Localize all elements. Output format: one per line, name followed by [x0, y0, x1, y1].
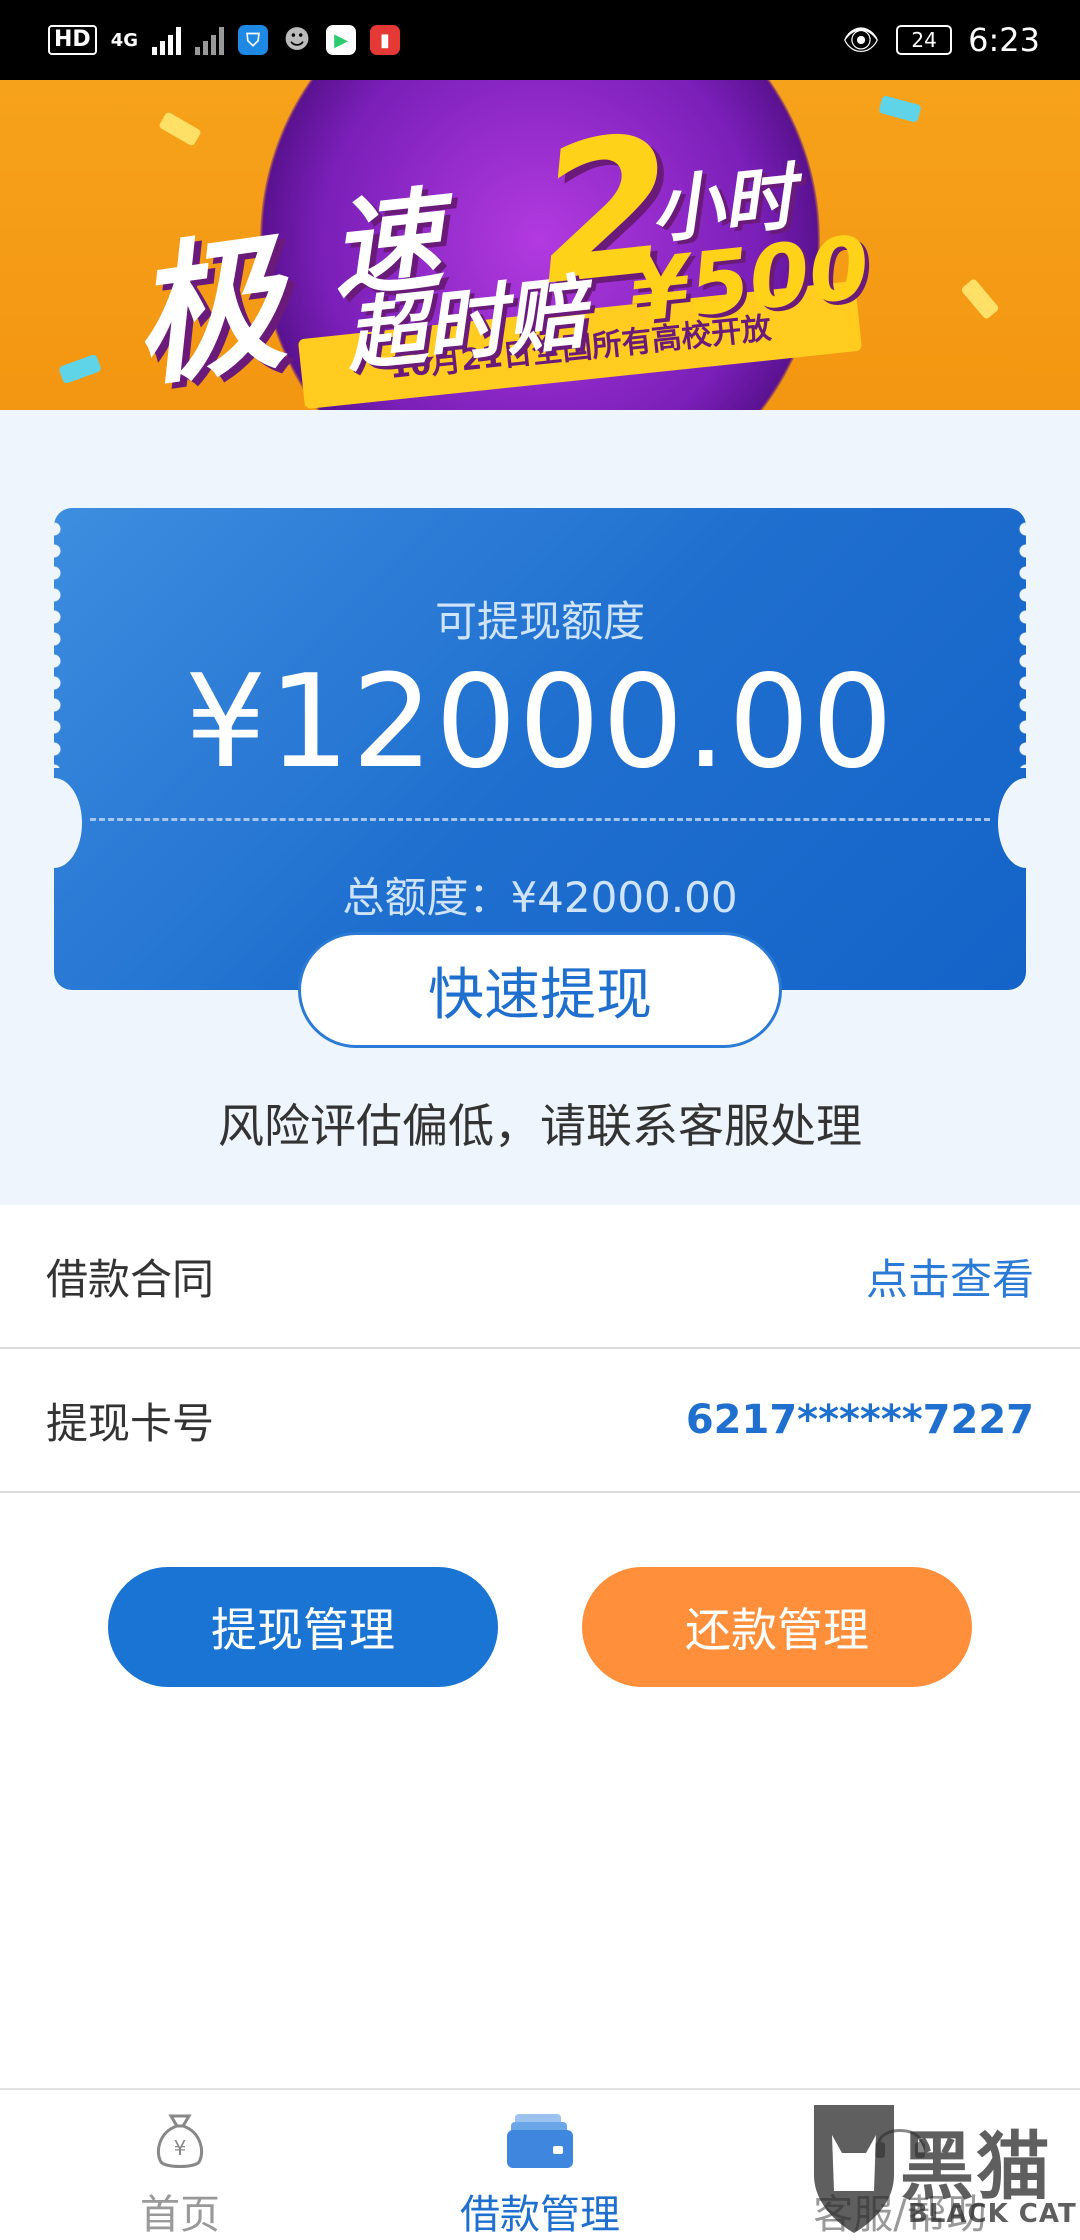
nav-home[interactable]: ¥ 首页 [0, 2090, 360, 2240]
risk-notice: 风险评估偏低，请联系客服处理 [218, 1099, 862, 1153]
qq-icon: ☻ [283, 25, 311, 55]
signal-2-icon [195, 25, 224, 55]
quota-card: 可提现额度 ¥12000.00 总额度：¥42000.00 [54, 508, 1026, 990]
loan-contract-row[interactable]: 借款合同 点击查看 [0, 1205, 1080, 1349]
confetti [58, 353, 102, 385]
clock: 6:23 [968, 21, 1040, 59]
hd-indicator: HD [48, 25, 97, 55]
repay-manage-button[interactable]: 还款管理 [582, 1567, 972, 1687]
book-app-icon: ▮ [370, 25, 400, 55]
withdraw-manage-button[interactable]: 提现管理 [108, 1567, 498, 1687]
ticket-divider [90, 818, 990, 821]
network-type: 4G [110, 29, 138, 51]
withdraw-card-label: 提现卡号 [46, 1398, 215, 1448]
battery-icon: 24 [896, 25, 953, 55]
watermark-text: 黑猫 [900, 2124, 1052, 2210]
confetti [158, 111, 202, 147]
withdraw-card-row: 提现卡号 6217******7227 [0, 1349, 1080, 1493]
view-contract-link[interactable]: 点击查看 [866, 1246, 1034, 1307]
loan-contract-label: 借款合同 [46, 1254, 215, 1304]
nav-loan-manage[interactable]: 借款管理 [360, 2090, 720, 2240]
status-left: HD 4G ⛉ ☻ ▶ ▮ [48, 25, 400, 55]
nav-loan-manage-label: 借款管理 [460, 2192, 620, 2238]
signal-icon [152, 25, 181, 55]
quick-withdraw-button[interactable]: 快速提现 [298, 932, 782, 1048]
available-quota-amount: ¥12000.00 [184, 648, 896, 797]
black-cat-watermark: 黑猫 BLACK CAT [808, 2095, 1078, 2240]
nav-home-label: 首页 [140, 2192, 220, 2238]
banner-title-1: 极 [120, 215, 294, 409]
available-quota-label: 可提现额度 [434, 597, 645, 646]
wallet-icon [505, 2106, 575, 2176]
video-app-icon: ▶ [326, 25, 356, 55]
shield-app-icon: ⛉ [238, 25, 268, 55]
quota-section: 可提现额度 ¥12000.00 总额度：¥42000.00 快速提现 风险评估偏… [0, 410, 1080, 1205]
watermark-subtext: BLACK CAT [908, 2199, 1077, 2229]
confetti [878, 95, 922, 123]
eye-comfort-icon: 👁 [842, 22, 881, 58]
money-bag-icon: ¥ [145, 2106, 215, 2176]
promo-banner[interactable]: 10月21日全国所有高校开放 极 速 2 小时 超时赔 ¥500 [0, 80, 1080, 410]
svg-text:¥: ¥ [174, 2136, 187, 2160]
withdraw-card-number: 6217******7227 [685, 1397, 1034, 1443]
status-right: 👁 24 6:23 [842, 21, 1040, 59]
total-quota: 总额度：¥42000.00 [342, 873, 738, 922]
confetti [960, 277, 1000, 321]
screen: HD 4G ⛉ ☻ ▶ ▮ 👁 24 6:23 10月21日全国所有高校开放 极… [0, 0, 1080, 2240]
status-bar: HD 4G ⛉ ☻ ▶ ▮ 👁 24 6:23 [0, 0, 1080, 80]
cat-shield-logo-icon [814, 2105, 894, 2233]
